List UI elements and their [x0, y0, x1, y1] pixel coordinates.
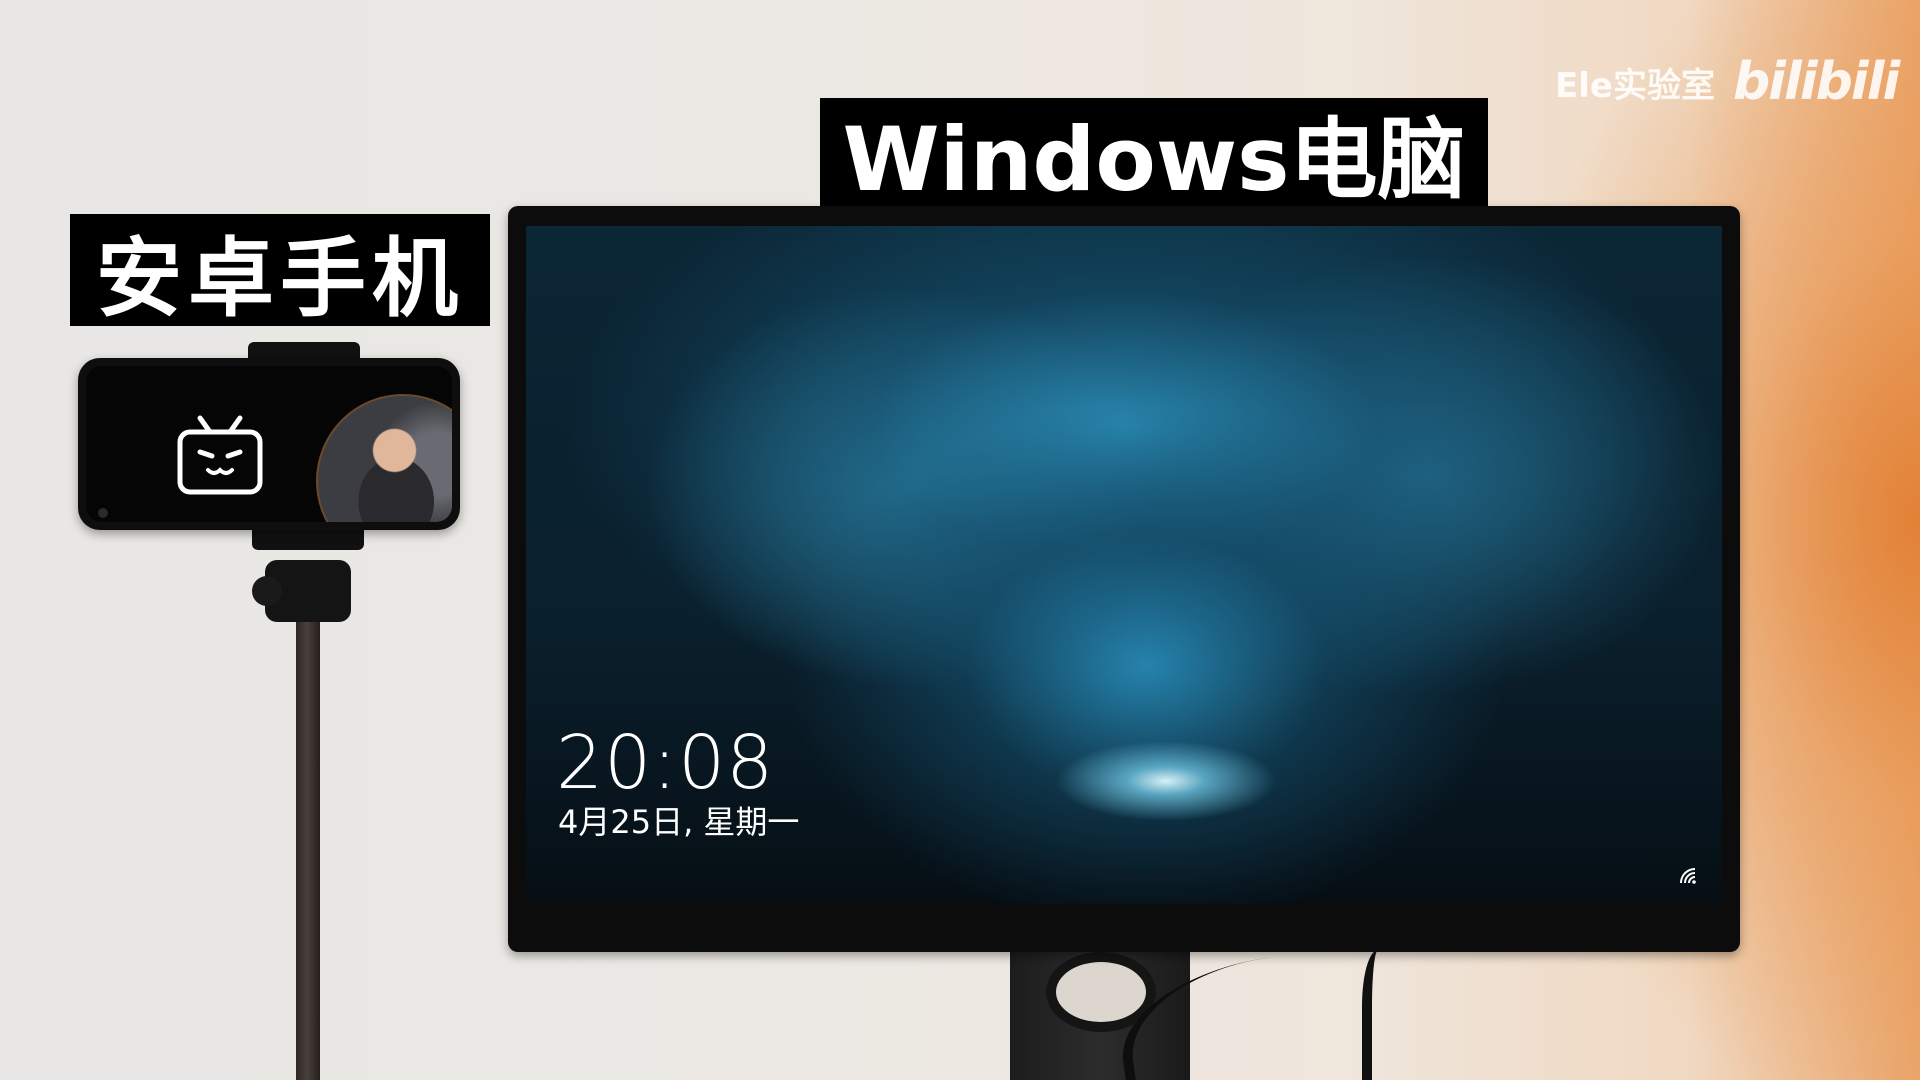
wifi-icon [1680, 868, 1696, 884]
photo-scene: Ele实验室 bilibili 安卓手机 Windows电脑 20:08 4月2… [0, 0, 1920, 1080]
bilibili-logo: bilibili [1732, 52, 1900, 112]
phone-screen[interactable] [86, 366, 452, 522]
android-phone [78, 358, 460, 530]
tripod-pole [296, 610, 320, 1080]
camera-preview [318, 396, 452, 522]
watermark: Ele实验室 bilibili [1555, 52, 1900, 112]
bilibili-tv-icon [177, 415, 263, 495]
pc-label: Windows电脑 [820, 98, 1488, 211]
front-camera [98, 508, 108, 518]
lock-screen[interactable]: 20:08 4月25日, 星期一 [526, 226, 1722, 904]
monitor-cable-2 [1362, 950, 1402, 1080]
lock-screen-date: 4月25日, 星期一 [558, 803, 800, 841]
channel-name: Ele实验室 [1555, 65, 1715, 106]
monitor: 20:08 4月25日, 星期一 [508, 206, 1740, 952]
lock-screen-time: 20:08 [556, 720, 775, 806]
phone-label: 安卓手机 [70, 214, 490, 329]
tripod-knob [252, 576, 282, 606]
